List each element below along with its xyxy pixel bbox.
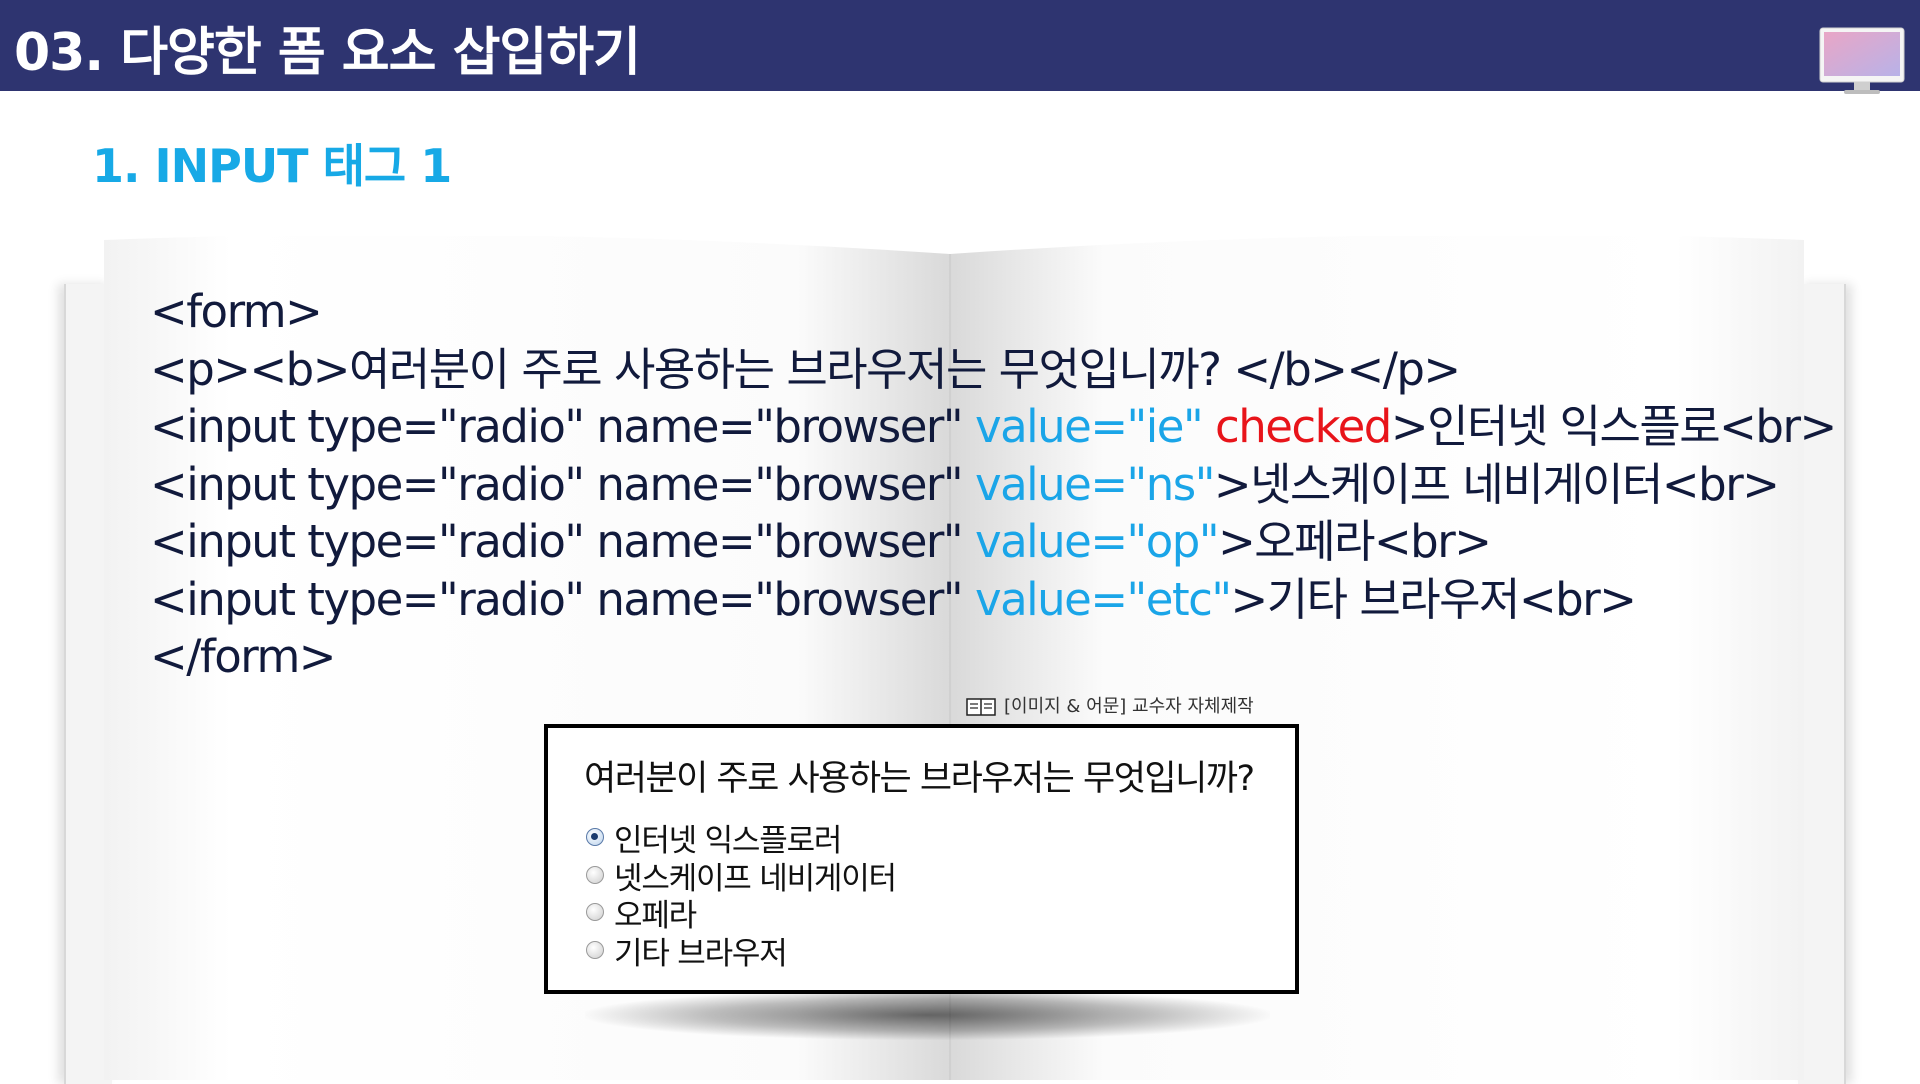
radio-option-op[interactable]: 오페라: [586, 894, 697, 934]
form-question: 여러분이 주로 사용하는 브라우저는 무엇입니까?: [584, 759, 1255, 799]
image-credit: [이미지 & 어문] 교수자 자체제작: [966, 692, 1254, 718]
code-line: <input type="radio" name="browser" value…: [150, 457, 1780, 511]
title-bar: 03. 다양한 폼 요소 삽입하기: [0, 0, 1920, 94]
code-line: </form>: [150, 630, 337, 683]
monitor-icon: [1819, 27, 1905, 94]
rendered-form-preview: 여러분이 주로 사용하는 브라우저는 무엇입니까? 인터넷 익스플로러 넷스케이…: [544, 724, 1299, 994]
code-line: <p><b>여러분이 주로 사용하는 브라우저는 무엇입니까? </b></p>: [150, 342, 1461, 396]
book-icon: [966, 698, 996, 716]
code-line: <input type="radio" name="browser" value…: [150, 515, 1492, 568]
code-line: <input type="radio" name="browser" value…: [150, 572, 1637, 626]
radio-label: 기타 브라우저: [614, 935, 788, 972]
section-heading: 1. INPUT 태그 1: [92, 139, 452, 193]
radio-button[interactable]: [586, 903, 604, 921]
credit-text: [이미지 & 어문] 교수자 자체제작: [1004, 696, 1254, 717]
code-block: <form> <p><b>여러분이 주로 사용하는 브라우저는 무엇입니까? <…: [150, 283, 1837, 686]
slide-title: 03. 다양한 폼 요소 삽입하기: [14, 23, 641, 83]
radio-button[interactable]: [586, 828, 604, 846]
radio-button[interactable]: [586, 941, 604, 959]
code-line: <input type="radio" name="browser" value…: [150, 400, 1837, 453]
radio-option-ns[interactable]: 넷스케이프 네비게이터: [586, 857, 897, 897]
code-line: <form>: [150, 285, 323, 338]
radio-button[interactable]: [586, 866, 604, 884]
radio-option-ie[interactable]: 인터넷 익스플로러: [586, 819, 842, 859]
result-box-shadow: [585, 990, 1270, 1040]
radio-option-etc[interactable]: 기타 브라우저: [586, 932, 788, 972]
